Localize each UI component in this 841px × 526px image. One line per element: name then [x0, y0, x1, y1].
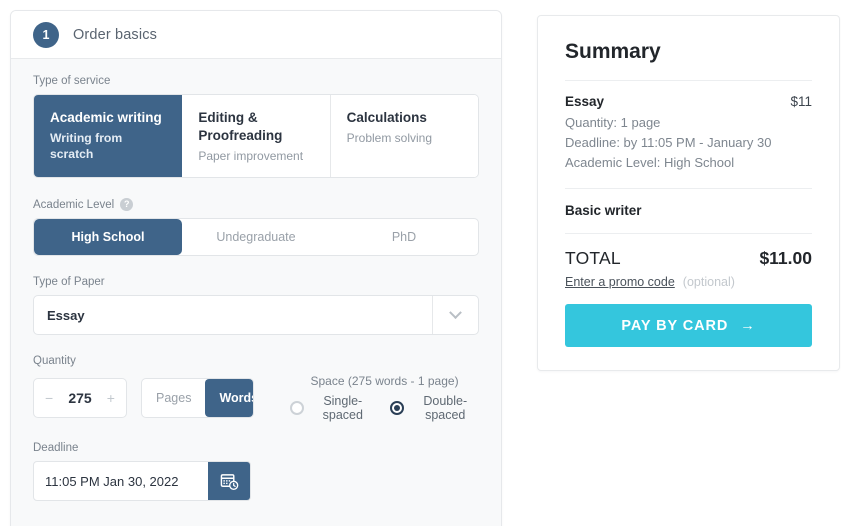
service-option-title: Calculations [346, 110, 427, 125]
summary-detail-quantity: Quantity: 1 page [565, 115, 661, 130]
type-of-service-selector: Academic writing Writing from scratch Ed… [33, 94, 479, 178]
page-title: Order basics [73, 26, 157, 43]
service-option-academic-writing[interactable]: Academic writing Writing from scratch [34, 95, 183, 177]
summary-total-value: $11.00 [759, 248, 812, 269]
arrow-right-icon: → [740, 317, 756, 334]
type-of-paper-value: Essay [47, 307, 85, 323]
order-basics-header: 1 Order basics [11, 11, 501, 59]
quantity-decrement-button[interactable]: − [45, 391, 53, 405]
deadline-label-text: Deadline [33, 442, 79, 454]
quantity-label-text: Quantity [33, 355, 76, 367]
academic-level-selector: High School Undegraduate PhD [33, 218, 479, 256]
spacing-option-double-label: Double-spaced [423, 394, 468, 422]
type-of-paper-label: Type of Paper [33, 276, 479, 288]
quantity-increment-button[interactable]: + [107, 391, 115, 405]
summary-total-label: TOTAL [565, 248, 621, 269]
summary-item-row: Essay $11 [565, 94, 812, 109]
quantity-value[interactable]: 275 [68, 390, 91, 406]
service-option-editing-proofreading[interactable]: Editing & Proofreading Paper improvement [182, 95, 331, 177]
quantity-stepper: − 275 + [33, 378, 127, 418]
radio-icon-single[interactable] [290, 401, 305, 415]
type-of-paper-label-text: Type of Paper [33, 276, 105, 288]
calendar-clock-icon[interactable] [208, 462, 250, 500]
service-option-calculations[interactable]: Calculations Problem solving [330, 95, 478, 177]
quantity-unit-toggle: Pages Words [141, 378, 255, 418]
academic-level-option-phd[interactable]: PhD [330, 219, 478, 255]
summary-item-name: Essay [565, 94, 605, 109]
order-page: 1 Order basics Type of service Academic … [0, 0, 841, 526]
service-option-title: Editing & Proofreading [198, 110, 283, 143]
academic-level-option-undergraduate[interactable]: Undegraduate [182, 219, 330, 255]
academic-level-option-high-school[interactable]: High School [34, 219, 182, 255]
service-option-subtitle: Writing from scratch [50, 130, 123, 161]
service-option-subtitle: Problem solving [346, 130, 433, 145]
type-of-paper-select[interactable]: Essay [33, 295, 479, 335]
spacing-radio-group: Single-spaced Double-spaced [290, 394, 479, 422]
unit-option-words[interactable]: Words [205, 379, 254, 417]
service-option-title: Academic writing [50, 110, 162, 125]
summary-item-price: $11 [790, 94, 812, 109]
pay-by-card-button[interactable]: PAY BY CARD → [565, 304, 812, 348]
chevron-down-glyph [449, 305, 462, 319]
academic-level-label-text: Academic Level [33, 198, 115, 211]
pay-by-card-label: PAY BY CARD [621, 317, 729, 334]
unit-option-pages[interactable]: Pages [142, 379, 205, 417]
summary-total-row: TOTAL $11.00 [565, 234, 812, 275]
academic-level-label: Academic Level ? [33, 198, 479, 211]
type-of-service-label: Type of service [33, 75, 479, 87]
spacing-option-double[interactable]: Double-spaced [390, 394, 479, 422]
chevron-down-icon[interactable] [432, 296, 478, 334]
summary-item-block: Essay $11 Quantity: 1 page Deadline: by … [565, 81, 812, 188]
deadline-field[interactable]: 11:05 PM Jan 30, 2022 [33, 461, 251, 501]
deadline-label: Deadline [33, 442, 479, 454]
help-icon[interactable]: ? [120, 198, 134, 211]
summary-writer: Basic writer [565, 203, 642, 219]
promo-optional-text: (optional) [682, 275, 735, 290]
quantity-label: Quantity [33, 355, 479, 367]
spacing-block: Space (275 words - 1 page) Single-spaced… [290, 374, 479, 422]
type-of-service-label-text: Type of service [33, 75, 111, 87]
spacing-option-single[interactable]: Single-spaced [290, 394, 374, 422]
service-option-subtitle: Paper improvement [198, 148, 304, 163]
deadline-value[interactable]: 11:05 PM Jan 30, 2022 [34, 462, 208, 500]
promo-row: Enter a promo code (optional) [565, 275, 812, 289]
quantity-area: − 275 + Pages Words Space (275 words - 1… [33, 374, 479, 422]
spacing-label: Space (275 words - 1 page) [310, 374, 459, 388]
order-basics-card: 1 Order basics Type of service Academic … [10, 10, 502, 526]
spacing-option-single-label: Single-spaced [322, 394, 363, 422]
radio-icon-double[interactable] [390, 401, 405, 415]
summary-detail-academic-level: Academic Level: High School [565, 155, 735, 171]
summary-card: Summary Essay $11 Quantity: 1 page Deadl… [537, 15, 840, 371]
summary-detail-deadline: Deadline: by 11:05 PM - January 30 [565, 135, 772, 151]
step-number-badge: 1 [33, 21, 59, 48]
summary-title: Summary [565, 40, 661, 63]
order-basics-body: Type of service Academic writing Writing… [11, 59, 501, 526]
promo-code-link[interactable]: Enter a promo code [565, 275, 675, 289]
